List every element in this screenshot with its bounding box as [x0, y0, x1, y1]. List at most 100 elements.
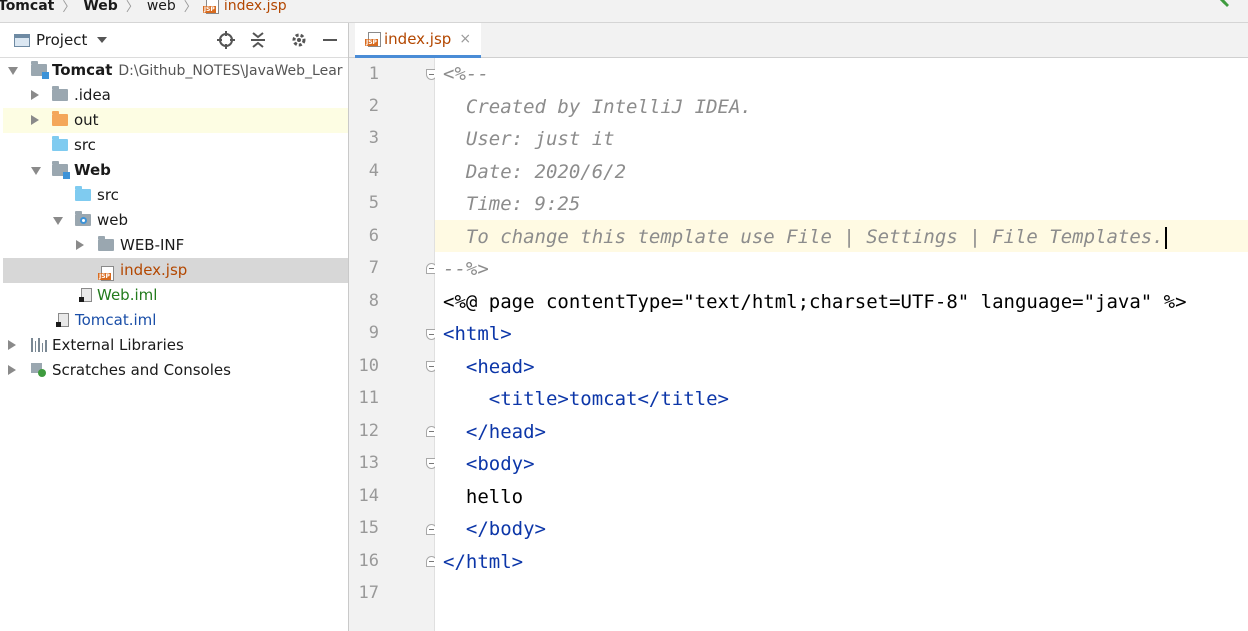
tree-item-label: web [97, 211, 129, 229]
line-number: 16 [358, 551, 379, 571]
tree-item-path: D:\Github_NOTES\JavaWeb_Lear [118, 63, 343, 79]
tree-item-label: Tomcat.iml [75, 311, 157, 329]
tree-item-web-src[interactable]: src [3, 183, 348, 208]
tab-index-jsp[interactable]: JSP index.jsp × [355, 23, 482, 58]
breadcrumb-separator: 〉 [125, 0, 139, 15]
line-number: 1 [368, 64, 379, 84]
chevron-down-icon[interactable] [31, 167, 41, 175]
line-number: 3 [368, 128, 379, 148]
code-line-3: User: just it [443, 128, 615, 150]
line-number: 10 [358, 356, 379, 376]
tab-label: index.jsp [384, 30, 452, 48]
iml-file-icon [55, 313, 71, 327]
tree-item-tomcat-iml[interactable]: Tomcat.iml [3, 308, 348, 333]
iml-file-icon [78, 288, 94, 302]
project-view-selector[interactable]: Project [14, 31, 108, 49]
breadcrumb-separator: 〉 [183, 0, 197, 15]
tree-item-web-iml[interactable]: Web.iml [3, 283, 348, 308]
tree-item-label: Web.iml [97, 286, 158, 304]
line-number: 4 [368, 161, 379, 181]
project-window-icon [14, 33, 30, 47]
line-number: 8 [368, 291, 379, 311]
tree-item-out[interactable]: out [3, 108, 348, 133]
chevron-right-icon[interactable] [76, 240, 84, 250]
build-hammer-icon[interactable] [1216, 0, 1232, 10]
breadcrumb-item-web-folder[interactable]: web [145, 0, 178, 14]
code-line-7: --%> [443, 258, 489, 280]
tree-item-web-folder[interactable]: web [3, 208, 348, 233]
minimize-icon[interactable] [320, 30, 340, 50]
line-number: 2 [368, 96, 379, 116]
locate-target-icon[interactable] [216, 30, 236, 50]
tree-item-index-jsp[interactable]: JSP index.jsp [3, 258, 348, 283]
jsp-file-icon: JSP [365, 32, 381, 47]
collapse-all-icon[interactable] [248, 30, 268, 50]
breadcrumb-item-index-jsp[interactable]: index.jsp [222, 0, 289, 14]
module-folder-icon [52, 161, 70, 179]
code-editor[interactable]: <%-- Created by IntelliJ IDEA. User: jus… [435, 58, 1248, 631]
code-line-14: hello [443, 486, 524, 508]
web-folder-icon [75, 211, 91, 227]
jsp-file-icon: JSP [98, 263, 114, 281]
chevron-right-icon[interactable] [8, 365, 16, 375]
excluded-folder-icon [52, 111, 68, 127]
editor-tab-bar: JSP index.jsp × [349, 23, 1248, 58]
editor-gutter: 1 2 3 4 5 6 7 8 9 10 11 12 13 14 15 16 1… [349, 58, 437, 631]
breadcrumb: Tomcat 〉 Web 〉 web 〉 JSP index.jsp [0, 0, 1248, 23]
line-number: 11 [358, 388, 379, 408]
tree-item-web-module[interactable]: Web [3, 158, 348, 183]
chevron-down-icon [97, 37, 108, 43]
close-icon[interactable]: × [459, 31, 471, 47]
tree-item-scratches[interactable]: Scratches and Consoles [3, 358, 348, 383]
code-line-13: <body> [443, 453, 535, 475]
source-folder-icon [75, 186, 91, 202]
tree-item-label: src [97, 186, 119, 204]
source-folder-icon [52, 136, 68, 152]
gear-icon[interactable] [289, 30, 309, 50]
tree-item-src[interactable]: src [3, 133, 348, 158]
line-number: 12 [358, 421, 379, 441]
module-folder-icon [31, 61, 49, 79]
text-caret [1164, 226, 1167, 249]
breadcrumb-separator: 〉 [62, 0, 76, 15]
folder-icon [52, 86, 68, 102]
code-line-8-text: <%@ page contentType="text/html;charset=… [443, 291, 1187, 313]
library-icon [31, 338, 47, 352]
chevron-down-icon[interactable] [53, 217, 63, 225]
code-line-10: <head> [443, 356, 535, 378]
tree-item-label: out [74, 111, 99, 129]
folder-icon [98, 236, 114, 252]
breadcrumb-item-web[interactable]: Web [81, 0, 119, 14]
code-line-16: </html> [443, 551, 524, 573]
tree-item-label: Web [74, 161, 111, 179]
code-line-5: Time: 9:25 [443, 193, 581, 215]
tree-item-label: index.jsp [120, 261, 188, 279]
code-line-9: <html> [443, 323, 512, 345]
code-line-4: Date: 2020/6/2 [443, 161, 627, 183]
code-line-2: Created by IntelliJ IDEA. [443, 96, 752, 118]
line-number: 9 [368, 323, 379, 343]
code-line-12: </head> [443, 421, 546, 443]
tree-item-external-libraries[interactable]: External Libraries [3, 333, 348, 358]
jsp-file-icon: JSP [202, 0, 219, 14]
tree-item-label: src [74, 136, 96, 154]
chevron-right-icon[interactable] [8, 340, 16, 350]
line-number: 5 [368, 193, 379, 213]
chevron-right-icon[interactable] [31, 115, 39, 125]
tree-item-idea[interactable]: .idea [3, 83, 348, 108]
chevron-right-icon[interactable] [31, 90, 39, 100]
code-line-8: <%@ page contentType="text/html;charset=… [443, 286, 1187, 318]
chevron-down-icon[interactable] [8, 67, 18, 75]
code-line-6: To change this template use File | Setti… [443, 221, 1167, 253]
code-line-11: <title>tomcat</title> [443, 388, 729, 410]
tree-item-label: .idea [74, 86, 111, 104]
project-panel-header: Project [0, 23, 348, 58]
breadcrumb-item-tomcat[interactable]: Tomcat [0, 0, 56, 14]
code-line-1: <%-- [443, 63, 489, 85]
line-number: 13 [358, 453, 379, 473]
tree-item-web-inf[interactable]: WEB-INF [3, 233, 348, 258]
line-number: 15 [358, 518, 379, 538]
scratches-icon [31, 363, 47, 377]
tree-item-label: Scratches and Consoles [52, 361, 231, 379]
tree-item-tomcat[interactable]: Tomcat D:\Github_NOTES\JavaWeb_Lear [3, 58, 348, 83]
